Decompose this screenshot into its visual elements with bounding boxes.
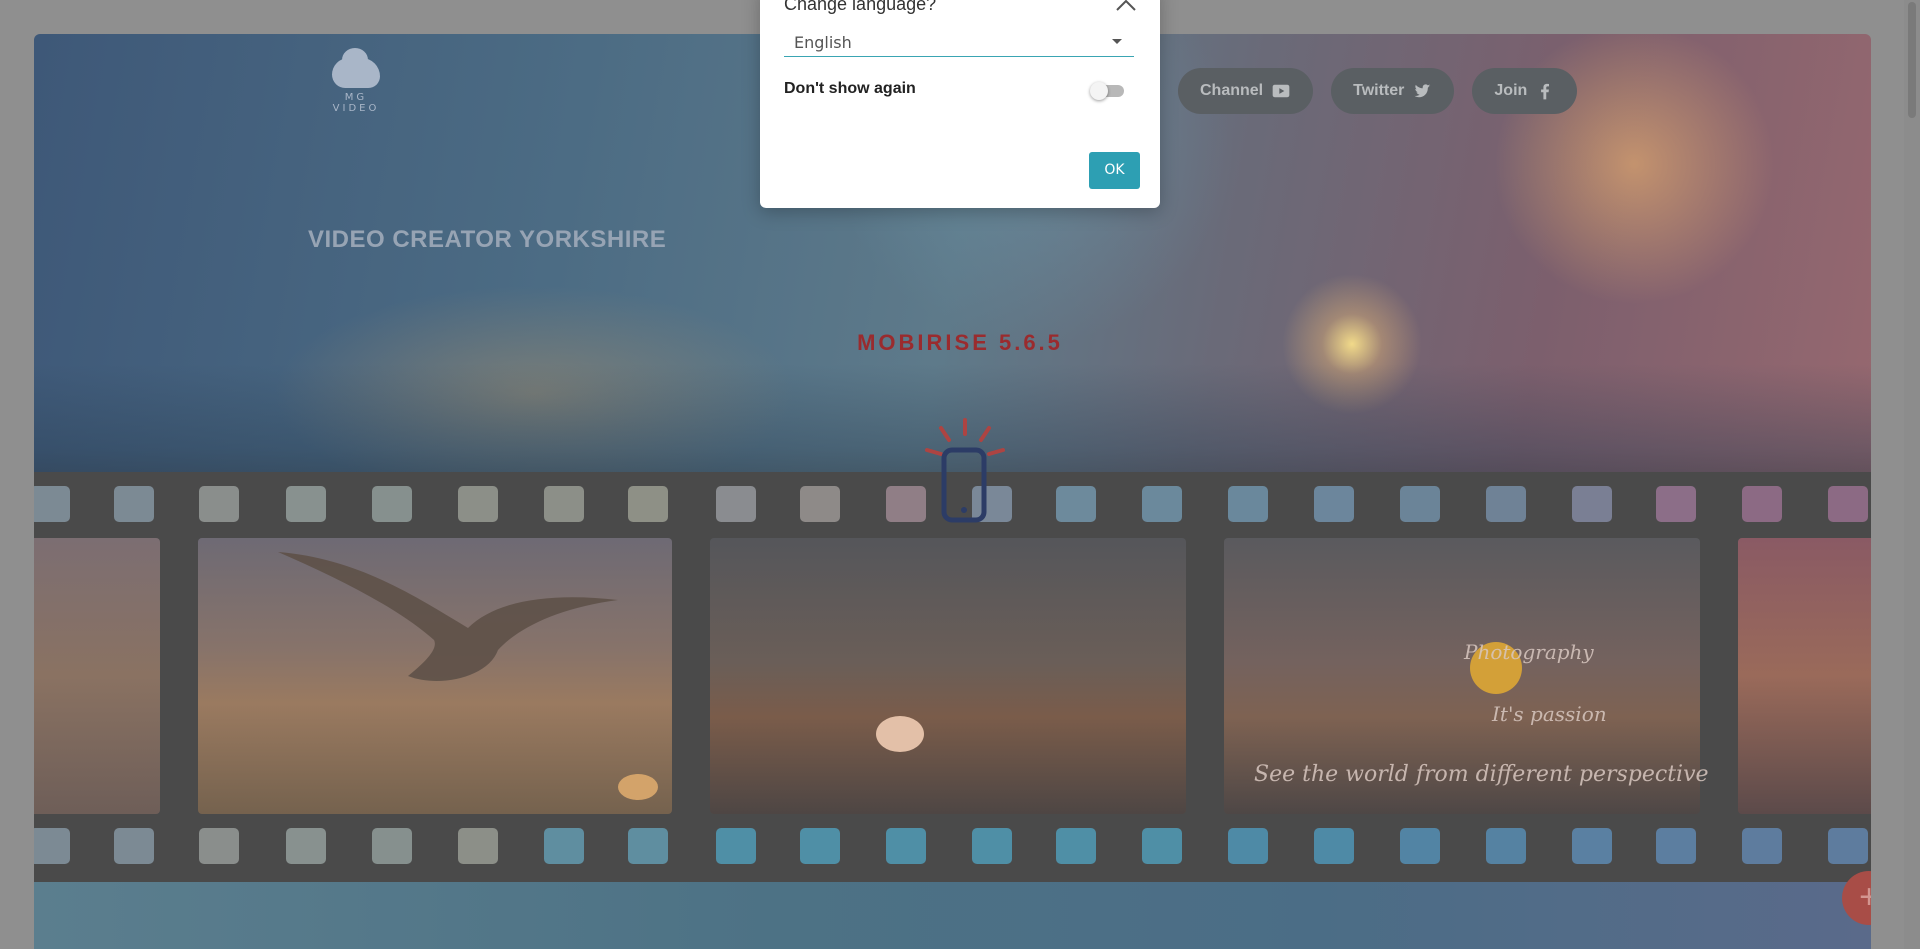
language-dialog: Change language? English Don't show agai…	[760, 0, 1160, 208]
header-nav: Channel Twitter Join	[1178, 68, 1578, 114]
film-frame-1	[34, 538, 160, 814]
script-passion: It's passion	[1492, 702, 1607, 726]
phone-icon	[925, 418, 1005, 523]
dialog-title: Change language?	[784, 0, 937, 14]
script-tagline: See the world from different perspective	[1254, 762, 1709, 787]
language-select[interactable]: English	[784, 30, 1134, 57]
lower-section	[34, 882, 1871, 949]
twitter-icon	[1414, 84, 1431, 98]
ok-button[interactable]: OK	[1089, 152, 1140, 189]
mobirise-version: MOBIRISE 5.6.5	[857, 330, 1063, 355]
nav-channel-button[interactable]: Channel	[1178, 68, 1314, 114]
nav-channel-label: Channel	[1200, 82, 1264, 99]
facebook-icon	[1541, 83, 1550, 100]
nav-join-button[interactable]: Join	[1472, 68, 1578, 114]
site-logo[interactable]: MG VIDEO	[326, 48, 386, 124]
caret-down-icon	[1112, 39, 1122, 44]
page-scrollbar[interactable]	[1904, 0, 1920, 949]
film-frame-5	[1738, 538, 1871, 814]
site-title: VIDEO CREATOR YORKSHIRE	[308, 226, 667, 253]
film-strip	[34, 472, 1871, 882]
cloud-icon	[332, 48, 380, 88]
dont-show-label: Don't show again	[784, 80, 916, 97]
plus-icon: +	[1859, 878, 1871, 916]
dont-show-toggle[interactable]	[1090, 82, 1126, 100]
nav-join-label: Join	[1494, 82, 1528, 99]
film-frame-seagull	[198, 538, 672, 814]
toggle-knob	[1090, 82, 1108, 100]
nav-twitter-button[interactable]: Twitter	[1331, 68, 1455, 114]
language-select-value: English	[794, 33, 852, 52]
nav-twitter-label: Twitter	[1353, 82, 1405, 99]
scroll-thumb[interactable]	[1908, 2, 1916, 118]
film-frame-birds	[710, 538, 1186, 814]
chevron-up-icon[interactable]	[1114, 0, 1138, 18]
logo-text: MG VIDEO	[332, 92, 380, 114]
script-photography: Photography	[1464, 640, 1594, 664]
youtube-icon	[1272, 84, 1290, 98]
seagull-icon	[278, 552, 618, 681]
